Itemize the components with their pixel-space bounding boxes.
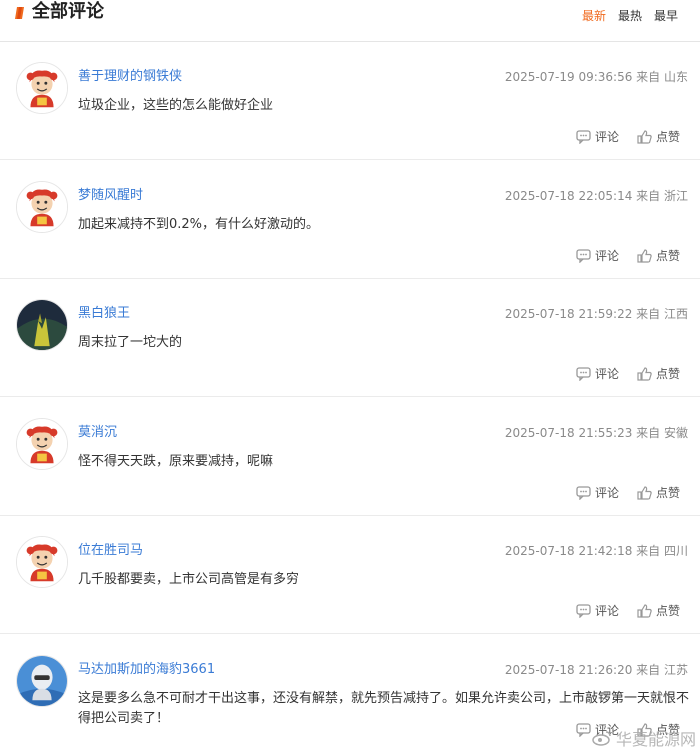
avatar[interactable] (16, 299, 68, 351)
comment-item: 位在胜司马 2025-07-18 21:42:18 来自 四川几千股都要卖，上市公… (0, 516, 700, 634)
comment-item: 莫消沉 2025-07-18 21:55:23 来自 安徽怪不得天天跌，原来要减持… (0, 398, 700, 516)
thumbs-up-icon (637, 367, 652, 381)
comment-text: 周末拉了一坨大的 (78, 335, 183, 350)
like-button[interactable]: 点赞 (637, 365, 680, 383)
reply-label: 评论 (594, 367, 619, 381)
comment-text: 怪不得天天跌，原来要减持，呢嘛 (78, 453, 274, 469)
sort-oldest-tab[interactable]: 最早 (654, 6, 678, 26)
comment-time: 2025-07-18 21:26:20 (504, 662, 633, 677)
watermark: 华夏能源网 (592, 726, 696, 750)
comment-text: 加起来减持不到0.2%，有什么好激动的。 (78, 216, 320, 232)
avatar[interactable] (16, 417, 68, 470)
section-title: 全部评论 (32, 1, 104, 22)
comment-item: 黑白狼王 2025-07-18 21:59:22 来自 江西周末拉了一坨大的评论 点… (0, 279, 700, 397)
comment-time: 2025-07-18 21:42:18 (504, 544, 633, 558)
like-button[interactable]: 点赞 (637, 128, 680, 146)
comment-actions: 评论 点赞 (576, 602, 680, 620)
comment-meta: 2025-07-18 21:26:20 来自 江苏 (505, 661, 688, 679)
reply-label: 评论 (594, 248, 619, 263)
comment-time: 2025-07-18 21:55:23 (504, 425, 633, 440)
reply-button[interactable]: 评论 (576, 484, 619, 502)
sort-newest-tab[interactable]: 最新 (582, 6, 606, 26)
like-button[interactable]: 点赞 (637, 247, 680, 265)
comment-icon (576, 248, 591, 263)
comment-text: 垃圾企业，这些的怎么能做好企业 (78, 98, 274, 113)
like-button[interactable]: 点赞 (637, 602, 680, 620)
username-link[interactable]: 位在胜司马 (78, 542, 143, 560)
comment-text: 几千股都要卖，上市公司高管是有多穷 (78, 572, 300, 587)
username-link[interactable]: 莫消沉 (78, 424, 117, 442)
reply-label: 评论 (594, 130, 619, 144)
reply-button[interactable]: 评论 (576, 128, 619, 146)
comment-icon (576, 485, 591, 500)
comment-location: 来自 山东 (636, 70, 688, 84)
comment-meta: 2025-07-18 21:55:23 来自 安徽 (505, 424, 688, 442)
watermark-text: 华夏能源网 (615, 730, 696, 749)
username-link[interactable]: 马达加斯加的海豹3661 (78, 661, 215, 679)
comment-location: 来自 安徽 (636, 425, 688, 440)
comment-time: 2025-07-19 09:36:56 (504, 70, 633, 84)
thumbs-up-icon (637, 485, 652, 500)
username-link[interactable]: 善于理财的钢铁侠 (78, 68, 182, 86)
comment-icon (576, 604, 591, 618)
weibo-icon (592, 731, 611, 746)
comment-icon (576, 130, 591, 144)
like-label: 点赞 (655, 485, 680, 500)
reply-label: 评论 (594, 604, 619, 618)
comment-icon (576, 722, 591, 737)
thumbs-up-icon (637, 604, 652, 618)
comment-meta: 2025-07-18 22:05:14 来自 浙江 (505, 187, 688, 205)
comment-location: 来自 浙江 (636, 188, 688, 203)
username-link[interactable]: 梦随风醒时 (78, 187, 143, 205)
comment-meta: 2025-07-18 21:42:18 来自 四川 (505, 542, 688, 560)
thumbs-up-icon (637, 130, 652, 144)
comment-item: 梦随风醒时 2025-07-18 22:05:14 来自 浙江加起来减持不到0.2… (0, 161, 700, 279)
like-label: 点赞 (655, 248, 680, 263)
like-label: 点赞 (655, 130, 680, 144)
comments-header: 全部评论 最新 最热 最早 (0, 0, 700, 42)
avatar[interactable] (16, 62, 68, 114)
reply-button[interactable]: 评论 (576, 365, 619, 383)
reply-button[interactable]: 评论 (576, 247, 619, 265)
comment-actions: 评论 点赞 (576, 365, 680, 383)
comment-actions: 评论 点赞 (576, 247, 680, 265)
comment-meta: 2025-07-19 09:36:56 来自 山东 (505, 68, 688, 86)
sort-hottest-tab[interactable]: 最热 (618, 6, 642, 26)
like-button[interactable]: 点赞 (637, 484, 680, 502)
comment-location: 来自 江西 (636, 307, 688, 321)
flag-icon (15, 7, 24, 19)
comment-time: 2025-07-18 22:05:14 (504, 188, 633, 203)
comment-actions: 评论 点赞 (576, 128, 680, 146)
comment-meta: 2025-07-18 21:59:22 来自 江西 (505, 305, 688, 323)
comment-item: 善于理财的钢铁侠 2025-07-19 09:36:56 来自 山东垃圾企业，这些… (0, 42, 700, 160)
comment-actions: 评论 点赞 (576, 484, 680, 502)
username-link[interactable]: 黑白狼王 (78, 305, 130, 323)
comment-location: 来自 四川 (636, 544, 688, 558)
sort-tabs: 最新 最热 最早 (582, 6, 678, 26)
comment-icon (576, 367, 591, 381)
like-label: 点赞 (655, 604, 680, 618)
avatar[interactable] (16, 654, 68, 707)
like-label: 点赞 (655, 367, 680, 381)
avatar[interactable] (16, 536, 68, 588)
comment-location: 来自 江苏 (636, 662, 688, 677)
comment-time: 2025-07-18 21:59:22 (504, 307, 633, 321)
thumbs-up-icon (637, 248, 652, 263)
reply-label: 评论 (594, 485, 619, 500)
reply-button[interactable]: 评论 (576, 602, 619, 620)
avatar[interactable] (16, 180, 68, 233)
